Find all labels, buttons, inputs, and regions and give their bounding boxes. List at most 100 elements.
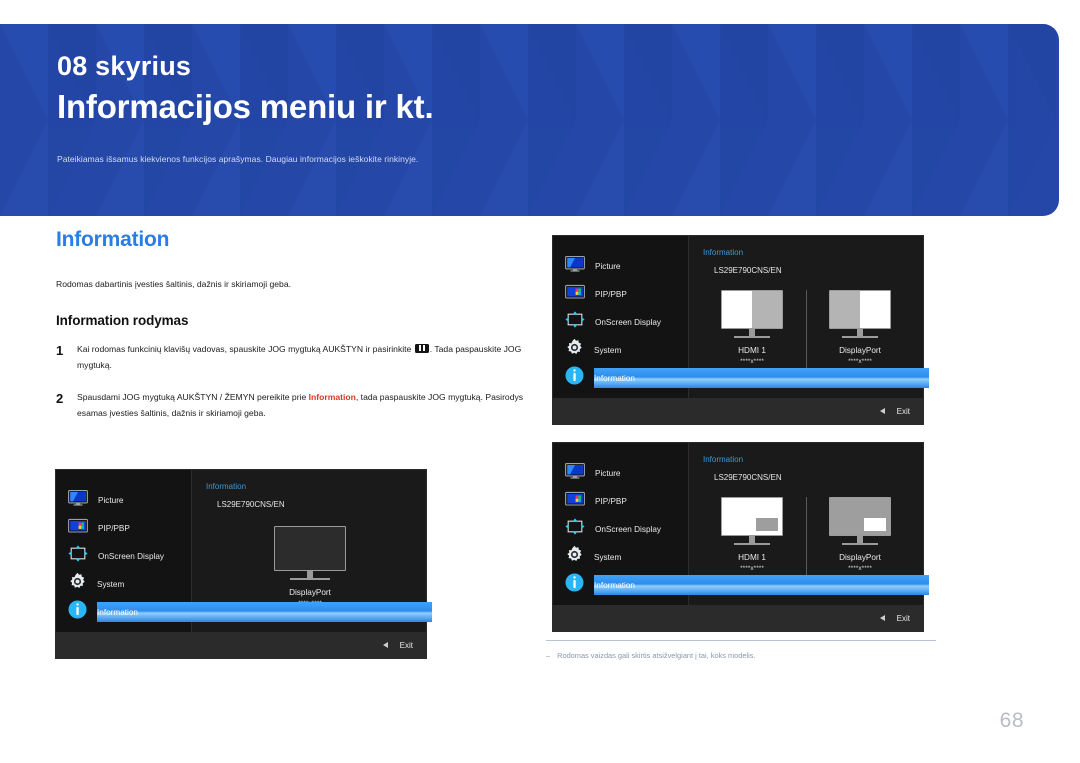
picture-icon (68, 489, 88, 511)
section-description: Rodomas dabartinis įvesties šaltinis, da… (56, 279, 291, 289)
information-icon (565, 573, 584, 597)
osd-exit-label[interactable]: Exit (400, 641, 413, 650)
step-text-before: Kai rodomas funkcinių klavišų vadovas, s… (77, 343, 414, 354)
osd-menu-label: PIP/PBP (595, 496, 627, 506)
osd-pane-title: Information (206, 482, 247, 491)
step-text-before: Spausdami JOG mygtuką AUKŠTYN / ŽEMYN pe… (77, 391, 309, 402)
monitor-graphic: DisplayPort ****x**** **kHz **Hz (811, 497, 909, 586)
step-number: 2 (56, 390, 64, 406)
osd-menu-item-information[interactable]: Information (56, 598, 432, 626)
chapter-banner: 08 skyrius Informacijos meniu ir kt. Pat… (0, 24, 1059, 216)
footnote-row: – Rodomas vaizdas gali skirtis atsižvelg… (546, 651, 936, 661)
osd-pane-title: Information (703, 248, 744, 257)
onscreen-display-icon (565, 518, 585, 540)
monitor-screen (829, 290, 891, 329)
monitor-screen (721, 290, 783, 329)
page-number: 68 (999, 709, 1024, 732)
menu-glyph-icon (414, 343, 429, 353)
monitor-graphic: DisplayPort ****x**** **kHz **Hz (811, 290, 909, 379)
chapter-label: 08 skyrius (57, 51, 192, 81)
osd-menu-item-information[interactable]: Information (553, 571, 929, 599)
osd-screenshot-pip-dual: Picture PIP/PBP OnScreen Display System … (553, 443, 929, 631)
osd-menu-label: PIP/PBP (595, 289, 627, 299)
osd-menu-item-information[interactable]: Information (553, 364, 929, 392)
system-gear-icon (565, 545, 584, 569)
content-column: Information Rodomas dabartinis įvesties … (56, 228, 526, 437)
step-number: 1 (56, 342, 64, 358)
back-arrow-icon[interactable] (879, 615, 885, 621)
back-arrow-icon[interactable] (879, 408, 885, 414)
onscreen-display-icon (565, 311, 585, 333)
osd-menu-label: System (594, 552, 622, 562)
monitor-base (290, 578, 330, 580)
osd-menu-label: OnScreen Display (595, 317, 661, 327)
monitor-screen (274, 526, 346, 571)
footnote-dash: – (546, 651, 551, 660)
step-item: 2 Spausdami JOG mygtuką AUKŠTYN / ŽEMYN … (56, 390, 526, 422)
monitor-source-label: HDMI 1 (738, 552, 766, 562)
osd-model-name: LS29E790CNS/EN (714, 473, 782, 482)
picture-icon (565, 255, 585, 277)
monitor-base (842, 336, 878, 338)
osd-selection-highlight (594, 575, 929, 595)
step-item: 1 Kai rodomas funkcinių klavišų vadovas,… (56, 342, 526, 374)
osd-bottom-bar: Exit (553, 605, 923, 631)
osd-screenshot-single-source: Picture PIP/PBP OnScreen Display System … (56, 470, 432, 658)
monitor-source-label: DisplayPort (839, 552, 881, 562)
osd-exit-label[interactable]: Exit (897, 407, 910, 416)
information-icon (68, 600, 87, 624)
osd-menu-label: OnScreen Display (98, 551, 164, 561)
pip-pbp-icon (565, 284, 585, 305)
osd-exit-label[interactable]: Exit (897, 614, 910, 623)
document-page: 08 skyrius Informacijos meniu ir kt. Pat… (0, 0, 1080, 763)
osd-menu-label: Picture (595, 261, 621, 271)
system-gear-icon (565, 338, 584, 362)
monitor-neck (749, 329, 755, 336)
monitor-neck (749, 536, 755, 543)
osd-selection-highlight (594, 368, 929, 388)
osd-bottom-bar: Exit (553, 398, 923, 424)
monitor-resolution: ****x**** (740, 357, 764, 365)
monitor-screen-left-half (722, 291, 752, 328)
monitor-graphic: HDMI 1 ****x**** **kHz **Hz (703, 497, 801, 586)
step-highlight-term: Information (308, 391, 356, 402)
osd-bottom-bar: Exit (56, 632, 426, 658)
osd-menu-label: System (97, 579, 125, 589)
footnote-block: – Rodomas vaizdas gali skirtis atsižvelg… (546, 640, 936, 661)
monitor-resolution: ****x**** (848, 564, 872, 572)
monitor-neck (857, 536, 863, 543)
monitor-neck (857, 329, 863, 336)
osd-menu-label: System (594, 345, 622, 355)
osd-menu-label: Information (97, 607, 138, 617)
back-arrow-icon[interactable] (382, 642, 388, 648)
footnote-divider (546, 640, 936, 641)
chapter-subtitle: Pateikiamas išsamus kiekvienos funkcijos… (57, 153, 419, 164)
monitor-pip-inset (864, 518, 886, 531)
step-text: Kai rodomas funkcinių klavišų vadovas, s… (77, 342, 526, 374)
osd-menu-label: Picture (98, 495, 124, 505)
monitor-pip-inset (756, 518, 778, 531)
monitor-screen (721, 497, 783, 536)
pip-pbp-icon (68, 518, 88, 539)
monitor-resolution: ****x**** (740, 564, 764, 572)
chapter-title: Informacijos meniu ir kt. (57, 87, 434, 125)
system-gear-icon (68, 572, 87, 596)
information-icon (565, 366, 584, 390)
osd-menu-label: Picture (595, 468, 621, 478)
picture-icon (565, 462, 585, 484)
monitor-resolution: ****x**** (848, 357, 872, 365)
osd-menu-label: Information (594, 580, 635, 590)
monitor-source-label: DisplayPort (839, 345, 881, 355)
monitor-graphic: HDMI 1 ****x**** **kHz **Hz (703, 290, 801, 379)
osd-model-name: LS29E790CNS/EN (714, 266, 782, 275)
step-text: Spausdami JOG mygtuką AUKŠTYN / ŽEMYN pe… (77, 390, 526, 422)
osd-menu-label: PIP/PBP (98, 523, 130, 533)
step-list: 1 Kai rodomas funkcinių klavišų vadovas,… (56, 342, 526, 422)
pip-pbp-icon (565, 491, 585, 512)
osd-pane-title: Information (703, 455, 744, 464)
footnote-text: Rodomas vaizdas gali skirtis atsižvelgia… (557, 651, 756, 660)
osd-model-name: LS29E790CNS/EN (217, 500, 285, 509)
monitor-screen-right-half (860, 291, 890, 328)
monitor-neck (307, 571, 313, 578)
monitor-base (842, 543, 878, 545)
